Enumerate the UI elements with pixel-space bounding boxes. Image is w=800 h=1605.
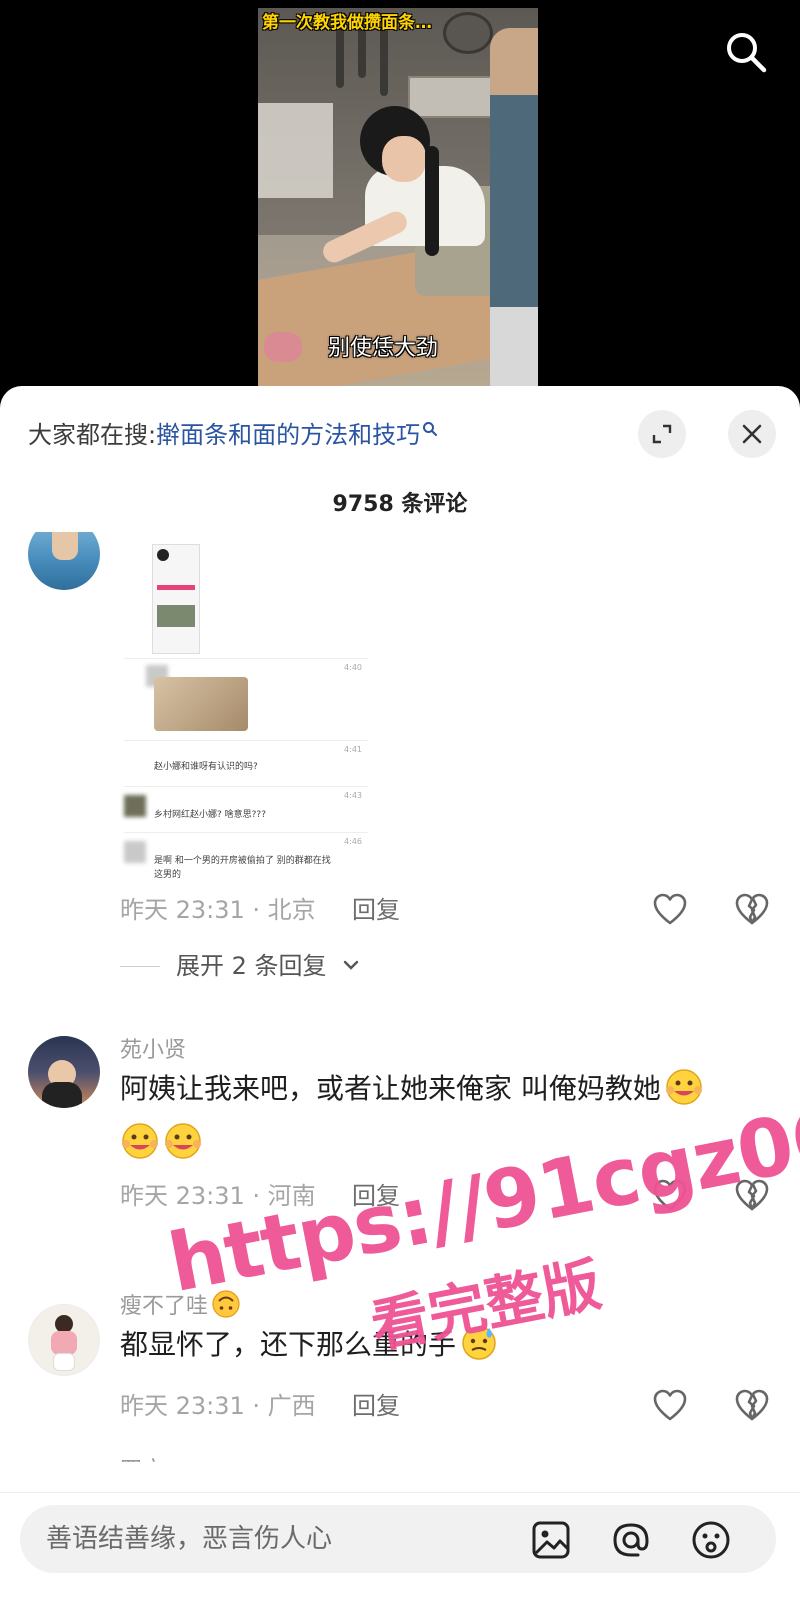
blurred-avatar: [124, 841, 146, 863]
broken-heart-icon[interactable]: [734, 1388, 770, 1424]
video-utensil: [358, 26, 366, 78]
shot-logo: [157, 549, 169, 561]
video-title-overlay: 第一次教我做攒面条…: [262, 13, 432, 33]
shot-row: 4:46 是啊 和一个男的开房被偷拍了 别的群都在找 这男的: [124, 832, 368, 890]
upside-down-face-icon: [211, 1289, 241, 1319]
reply-button[interactable]: 回复: [352, 890, 400, 930]
shot-pink-bar: [157, 585, 195, 590]
comment-time-location: 昨天 23:31 · 广西: [120, 1392, 316, 1420]
video-dough: [264, 332, 302, 362]
hot-search-banner[interactable]: 大家都在搜:擀面条和面的方法和技巧: [28, 412, 438, 449]
search-small-icon: [422, 412, 438, 436]
comment-username[interactable]: 苑小贤: [120, 1032, 186, 1064]
comment-text: 阿姨让我来吧，或者让她来俺家 叫俺妈教她: [120, 1062, 770, 1170]
comment-input-placeholder: 善语结善缘，恶言伤人心: [46, 1524, 333, 1554]
comment-input[interactable]: 善语结善缘，恶言伤人心: [20, 1505, 776, 1573]
hot-search-prefix: 大家都在搜:: [28, 421, 157, 449]
comment-item: 瘦不了哇 都显怀了，还下那么重的手 昨天 23:31 · 广西 回复: [0, 1288, 800, 1458]
comment-text-body: 阿姨让我来吧，或者让她来俺家 叫俺妈教她: [120, 1072, 661, 1105]
video-braid: [425, 146, 439, 256]
comment-count: 9758 条评论: [332, 492, 468, 517]
heart-icon[interactable]: [652, 1388, 688, 1424]
shot-message: 这男的: [154, 870, 182, 880]
expand-icon[interactable]: [638, 410, 686, 458]
shot-thumb: [157, 605, 195, 627]
comment-username[interactable]: 四方: [120, 1452, 164, 1462]
expand-divider: [120, 966, 160, 967]
avatar[interactable]: [28, 1036, 100, 1108]
avatar-skirt: [53, 1353, 75, 1371]
shot-message: 乡村网红赵小娜? 啥意思???: [154, 810, 266, 820]
shot-message: 是啊 和一个男的开房被偷拍了 别的群都在找: [154, 856, 331, 866]
video-utensil: [336, 26, 344, 88]
shot-message: 赵小娜和谁呀有认识的吗?: [154, 762, 258, 772]
avatar-dress: [51, 1331, 77, 1355]
heart-icon[interactable]: [652, 1178, 688, 1214]
comment-text-body: 都显怀了，还下那么重的手: [120, 1328, 457, 1361]
avatar[interactable]: [28, 1304, 100, 1376]
video-subtitle: 别使恁大劲: [328, 336, 439, 361]
comment-item: 苑小贤 阿姨让我来吧，或者让她来俺家 叫俺妈教她 昨天 23:31 · 河南 回…: [0, 1032, 800, 1262]
shot-row: 4:43 乡村网红赵小娜? 啥意思???: [124, 786, 368, 826]
broken-heart-icon[interactable]: [734, 1178, 770, 1214]
comment-meta: 昨天 23:31 · 北京 回复: [120, 890, 770, 930]
drooling-face-icon: [120, 1120, 160, 1160]
comment-username-text: 瘦不了哇: [120, 1294, 209, 1319]
shot-phone-preview: [152, 544, 200, 654]
search-icon[interactable]: [722, 28, 770, 76]
video-person: [319, 106, 505, 296]
reply-button[interactable]: 回复: [352, 1176, 400, 1216]
avatar-figure: [52, 532, 78, 560]
close-icon[interactable]: [728, 410, 776, 458]
shot-row: 4:40: [124, 658, 368, 734]
chevron-down-icon: [342, 956, 360, 974]
drooling-face-icon: [163, 1120, 203, 1160]
comment-username[interactable]: 瘦不了哇: [120, 1288, 241, 1320]
comment-time-location: 昨天 23:31 · 河南: [120, 1182, 316, 1210]
comment-text: 都显怀了，还下那么重的手: [120, 1318, 770, 1372]
video-frame[interactable]: 第一次教我做攒面条… 别使恁大劲: [258, 8, 538, 400]
shot-photo: [154, 677, 248, 731]
comment-item: 4:40 4:41 赵小娜和谁呀有认识的吗? 4:43 乡村网红赵小娜? 啥意思…: [0, 532, 800, 992]
shot-time: 4:40: [344, 663, 362, 672]
broken-heart-icon[interactable]: [734, 892, 770, 928]
comment-meta: 昨天 23:31 · 广西 回复: [120, 1386, 770, 1426]
shot-row: 4:41 赵小娜和谁呀有认识的吗?: [124, 740, 368, 780]
at-icon[interactable]: [610, 1519, 652, 1561]
drooling-face-icon: [664, 1066, 704, 1106]
sweat-face-icon: [459, 1322, 499, 1362]
comment-meta: 昨天 23:31 · 河南 回复: [120, 1176, 770, 1216]
comment-time-location: 昨天 23:31 · 北京: [120, 896, 316, 924]
shot-time: 4:43: [344, 791, 362, 800]
video-face: [382, 136, 426, 182]
comment-list[interactable]: 4:40 4:41 赵小娜和谁呀有认识的吗? 4:43 乡村网红赵小娜? 啥意思…: [0, 532, 800, 1462]
shot-time: 4:41: [344, 745, 362, 754]
emoji-icon[interactable]: [690, 1519, 732, 1561]
comment-image[interactable]: 4:40 4:41 赵小娜和谁呀有认识的吗? 4:43 乡村网红赵小娜? 啥意思…: [124, 540, 368, 890]
heart-icon[interactable]: [652, 892, 688, 928]
avatar-body: [42, 1082, 82, 1108]
hot-search-query[interactable]: 擀面条和面的方法和技巧: [156, 421, 420, 449]
expand-replies-label: 展开 2 条回复: [176, 952, 327, 980]
reply-button[interactable]: 回复: [352, 1386, 400, 1426]
comment-item: 四方: [0, 1452, 800, 1462]
video-player[interactable]: 第一次教我做攒面条… 别使恁大劲: [0, 0, 800, 400]
blurred-avatar: [124, 795, 146, 817]
image-icon[interactable]: [530, 1519, 572, 1561]
shot-time: 4:46: [344, 837, 362, 846]
avatar[interactable]: [28, 532, 100, 590]
video-person-2: [490, 28, 538, 400]
video-utensil: [380, 26, 388, 96]
comment-sheet: 大家都在搜:擀面条和面的方法和技巧 9758 条评论 4:40 4:41 赵小娜…: [0, 386, 800, 1605]
comment-input-bar: 善语结善缘，恶言伤人心: [0, 1492, 800, 1605]
